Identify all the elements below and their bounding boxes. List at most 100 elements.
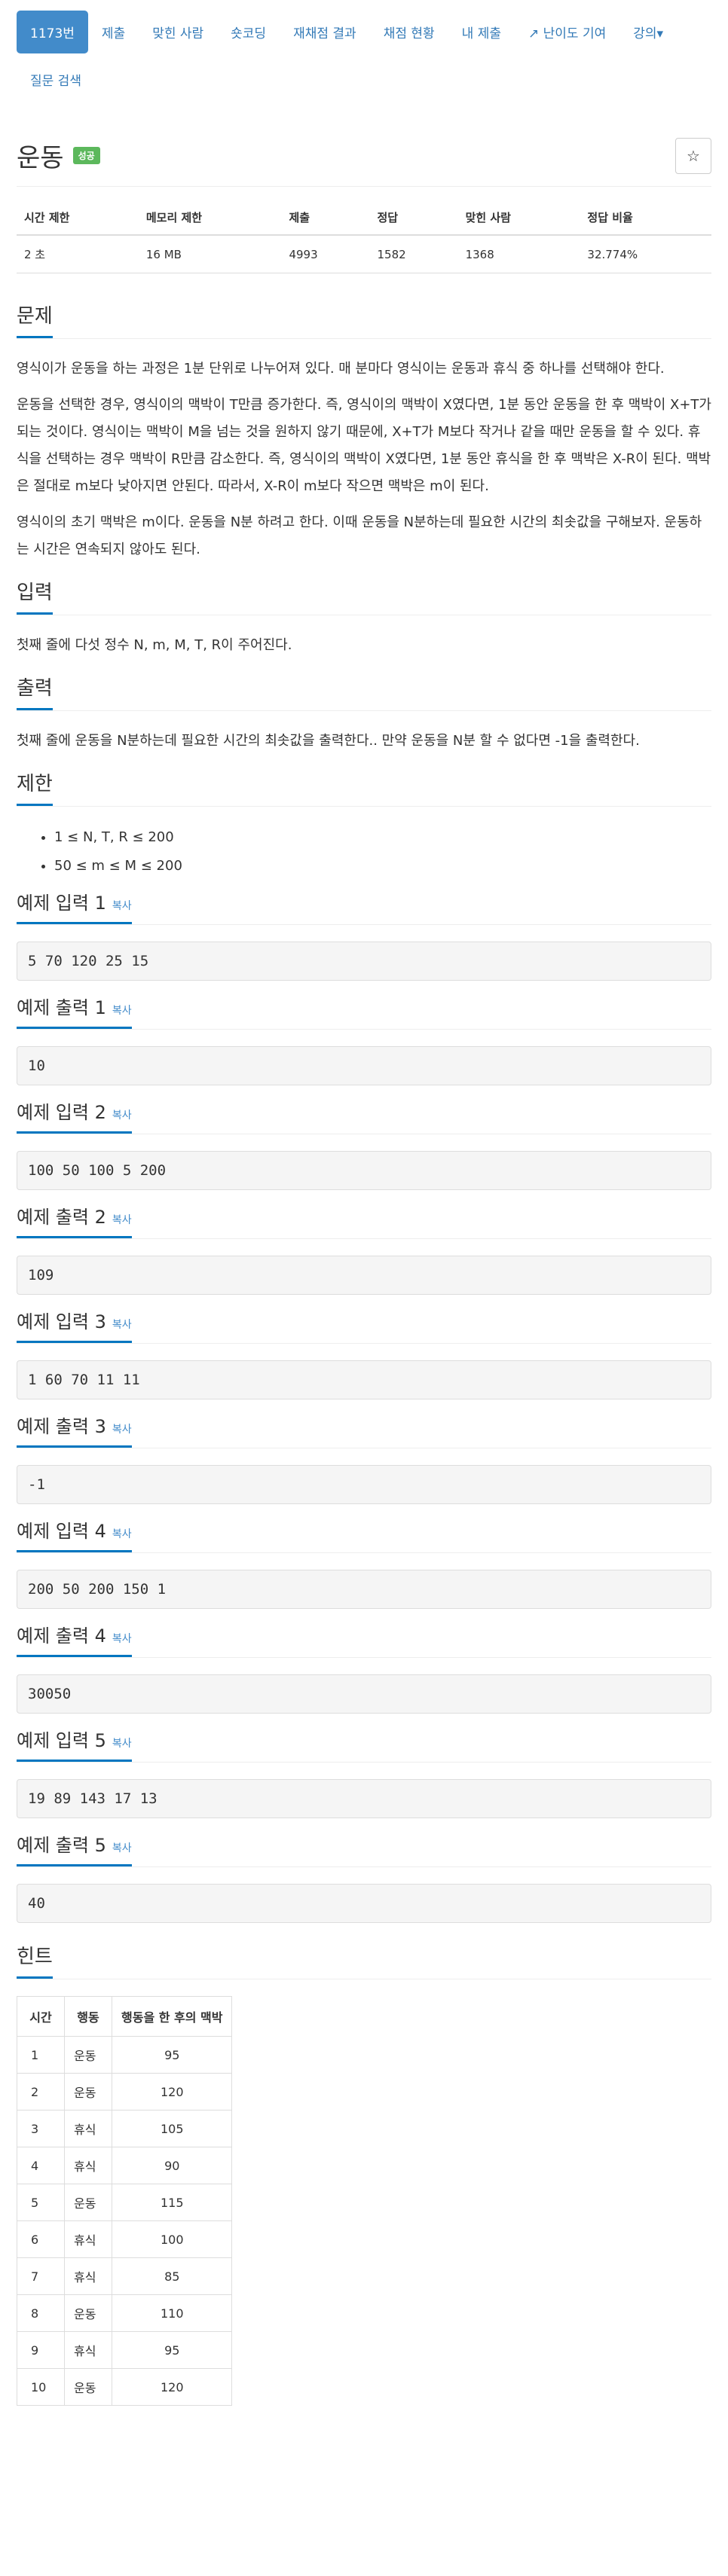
hint-time-cell: 10	[17, 2368, 65, 2406]
problem-section-title: 문제	[17, 301, 53, 338]
copy-button[interactable]: 복사	[112, 1633, 132, 1645]
nav-row: 1173번 제출 맞힌 사람 숏코딩 재채점 결과 채점 현황 내 제출 ↗ 난…	[17, 11, 677, 53]
sample-title-text: 예제 출력 2	[17, 1207, 106, 1228]
input-description: 첫째 줄에 다섯 정수 N, m, M, T, R이 주어진다.	[17, 637, 292, 653]
sample-title-text: 예제 입력 4	[17, 1521, 106, 1542]
header-solvers: 맞힌 사람	[457, 200, 580, 236]
sample-heading: 예제 출력 4 복사	[17, 1613, 711, 1658]
sample-output-box[interactable]: 30050	[17, 1674, 711, 1714]
header-time-limit: 시간 제한	[17, 200, 139, 236]
nav-lecture-dropdown[interactable]: 강의▾	[619, 11, 677, 53]
input-section-title: 입력	[17, 577, 53, 615]
copy-button[interactable]: 복사	[112, 1214, 132, 1226]
nav-my-submissions[interactable]: 내 제출	[448, 11, 515, 53]
sample-input-box[interactable]: 100 50 100 5 200	[17, 1151, 711, 1190]
hint-time-cell: 9	[17, 2331, 65, 2369]
sample-input-box[interactable]: 5 70 120 25 15	[17, 942, 711, 981]
limit-item: 1 ≤ N, T, R ≤ 200	[54, 823, 711, 852]
hint-time-cell: 2	[17, 2073, 65, 2111]
copy-button[interactable]: 복사	[112, 1842, 132, 1854]
sample-heading: 예제 입력 4 복사	[17, 1509, 711, 1553]
memory-limit-value: 16 MB	[138, 235, 282, 273]
nav-submit[interactable]: 제출	[88, 11, 139, 53]
sample-output-box[interactable]: 40	[17, 1884, 711, 1923]
sample-input-box[interactable]: 1 60 70 11 11	[17, 1360, 711, 1399]
hint-section-title: 힌트	[17, 1941, 53, 1979]
sample-output-title: 예제 출력 4 복사	[17, 1621, 132, 1657]
header-ratio: 정답 비율	[580, 200, 711, 236]
sample-heading: 예제 출력 3 복사	[17, 1404, 711, 1448]
hint-action-cell: 운동	[64, 2184, 112, 2221]
nav-short-coding[interactable]: 숏코딩	[217, 11, 280, 53]
hint-time-cell: 5	[17, 2184, 65, 2221]
copy-button[interactable]: 복사	[112, 1738, 132, 1750]
sample-input-title: 예제 입력 3 복사	[17, 1307, 132, 1343]
sample-heading: 예제 출력 5 복사	[17, 1823, 711, 1867]
favorite-button[interactable]: ☆	[675, 137, 711, 174]
output-description: 첫째 줄에 운동을 N분하는데 필요한 시간의 최솟값을 출력한다.. 만약 운…	[17, 733, 640, 749]
header-memory-limit: 메모리 제한	[138, 200, 282, 236]
nav-row: 질문 검색	[17, 58, 711, 101]
hint-header-time: 시간	[17, 1996, 65, 2037]
table-row: 3 휴식 105	[17, 2110, 233, 2147]
copy-button[interactable]: 복사	[112, 1109, 132, 1122]
nav-solvers[interactable]: 맞힌 사람	[139, 11, 217, 53]
accepted-value: 1582	[369, 235, 458, 273]
hint-header-pulse: 행동을 한 후의 맥박	[111, 1996, 233, 2037]
hint-pulse-cell: 120	[111, 2073, 233, 2111]
sample-title-text: 예제 입력 5	[17, 1730, 106, 1751]
sample-output-box[interactable]: 10	[17, 1046, 711, 1085]
hint-header-action: 행동	[64, 1996, 112, 2037]
table-row: 7 휴식 85	[17, 2257, 233, 2295]
table-row: 5 운동 115	[17, 2184, 233, 2221]
sample-heading: 예제 입력 1 복사	[17, 881, 711, 925]
nav-problem-number[interactable]: 1173번	[17, 11, 88, 53]
hint-action-cell: 휴식	[64, 2257, 112, 2295]
sample-heading: 예제 입력 3 복사	[17, 1299, 711, 1344]
sample-input-title: 예제 입력 2 복사	[17, 1097, 132, 1134]
hint-pulse-cell: 95	[111, 2036, 233, 2074]
header-submissions: 제출	[281, 200, 370, 236]
external-link-icon: ↗	[528, 26, 540, 41]
hint-time-cell: 8	[17, 2294, 65, 2332]
sample-input-title: 예제 입력 1 복사	[17, 888, 132, 924]
status-badge: 성공	[72, 147, 100, 164]
copy-button[interactable]: 복사	[112, 1005, 132, 1017]
nav-rejudge[interactable]: 재채점 결과	[280, 11, 370, 53]
caret-down-icon: ▾	[656, 26, 664, 41]
ratio-value: 32.774%	[580, 235, 711, 273]
sample-title-text: 예제 입력 1	[17, 893, 106, 914]
table-header-row: 시간 제한 메모리 제한 제출 정답 맞힌 사람 정답 비율	[17, 200, 711, 236]
sample-input-box[interactable]: 200 50 200 150 1	[17, 1570, 711, 1609]
hint-action-cell: 휴식	[64, 2331, 112, 2369]
copy-button[interactable]: 복사	[112, 900, 132, 912]
sample-output-box[interactable]: 109	[17, 1256, 711, 1295]
sample-output-title: 예제 출력 2 복사	[17, 1202, 132, 1238]
nav-question-search[interactable]: 질문 검색	[17, 58, 95, 101]
hint-pulse-cell: 95	[111, 2331, 233, 2369]
header-accepted: 정답	[369, 200, 458, 236]
problem-paragraph: 영식이의 초기 맥박은 m이다. 운동을 N분 하려고 한다. 이때 운동을 N…	[17, 514, 702, 557]
sample-output-title: 예제 출력 5 복사	[17, 1830, 132, 1866]
hint-time-cell: 7	[17, 2257, 65, 2295]
hint-table-body: 1 운동 95 2 운동 120 3 휴식 105 4 휴식 90 5 운동 115 6 휴식 100 7 휴식 85 8…	[17, 2036, 233, 2406]
sample-title-text: 예제 출력 4	[17, 1625, 106, 1647]
sample-input-title: 예제 입력 4 복사	[17, 1516, 132, 1552]
copy-button[interactable]: 복사	[112, 1319, 132, 1331]
sample-output-box[interactable]: -1	[17, 1465, 711, 1504]
nav-status[interactable]: 채점 현황	[370, 11, 448, 53]
problem-nav: 1173번 제출 맞힌 사람 숏코딩 재채점 결과 채점 현황 내 제출 ↗ 난…	[17, 0, 711, 101]
sample-title-text: 예제 출력 1	[17, 997, 106, 1018]
problem-header: 운동 성공 ☆	[17, 137, 711, 187]
title-group: 운동 성공	[17, 137, 100, 174]
hint-pulse-cell: 110	[111, 2294, 233, 2332]
sample-input-title: 예제 입력 5 복사	[17, 1726, 132, 1762]
nav-difficulty[interactable]: ↗ 난이도 기여	[515, 11, 619, 53]
problem-paragraph: 운동을 선택한 경우, 영식이의 맥박이 T만큼 증가한다. 즉, 영식이의 맥…	[17, 397, 711, 494]
copy-button[interactable]: 복사	[112, 1424, 132, 1436]
hint-pulse-cell: 85	[111, 2257, 233, 2295]
hint-pulse-cell: 115	[111, 2184, 233, 2221]
sample-title-text: 예제 출력 5	[17, 1835, 106, 1856]
sample-input-box[interactable]: 19 89 143 17 13	[17, 1779, 711, 1818]
copy-button[interactable]: 복사	[112, 1528, 132, 1540]
